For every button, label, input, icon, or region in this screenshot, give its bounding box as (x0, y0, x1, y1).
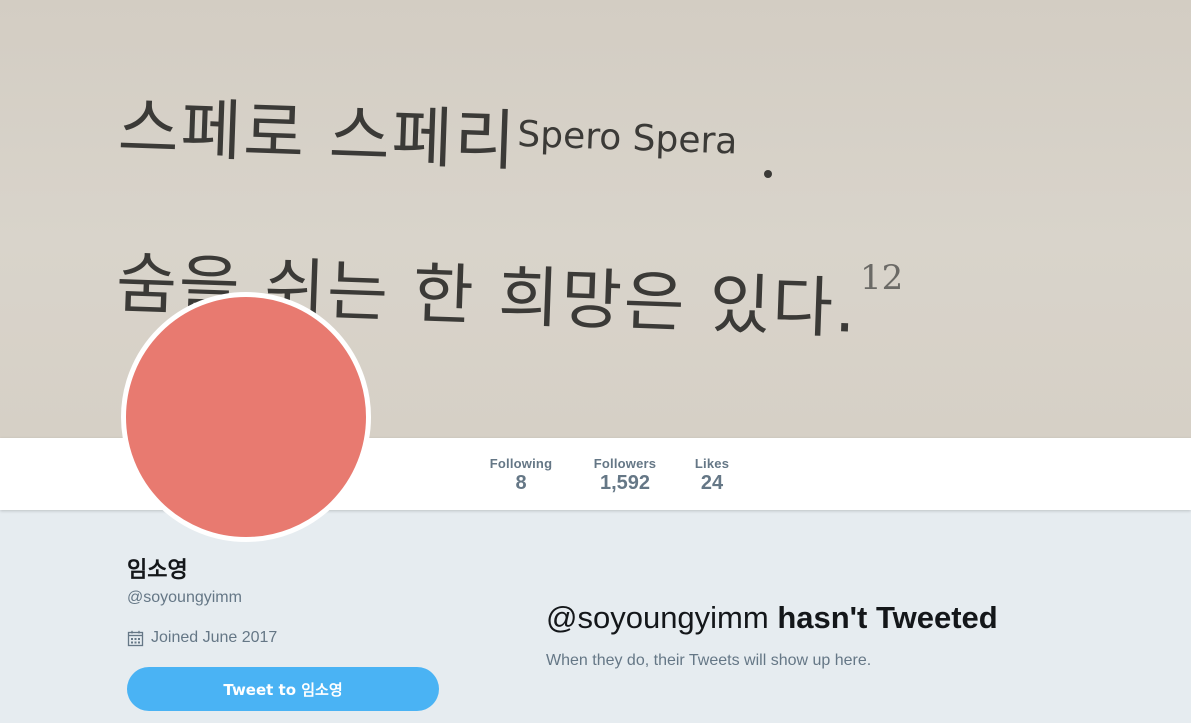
banner-footnote: 12 (860, 258, 904, 298)
joined-text: Joined June 2017 (151, 629, 278, 646)
join-date: Joined June 2017 (127, 629, 277, 647)
profile-name[interactable]: 임소영 (127, 552, 188, 584)
likes-count: 24 (700, 472, 724, 494)
empty-timeline-message: hasn't Tweeted (768, 600, 998, 635)
empty-timeline-title: @soyoungyimm hasn't Tweeted (546, 600, 998, 636)
avatar[interactable] (121, 292, 371, 542)
likes-label: Likes (694, 456, 730, 471)
followers-count: 1,592 (599, 472, 651, 494)
likes-stat[interactable]: Likes 24 (693, 456, 731, 495)
followers-label: Followers (593, 456, 657, 471)
tweet-to-button[interactable]: Tweet to 임소영 (127, 667, 439, 711)
empty-timeline-subtitle: When they do, their Tweets will show up … (546, 652, 872, 669)
following-label: Following (489, 456, 553, 471)
banner-text-line-1: 스페로 스페리Spero Spera (116, 88, 739, 180)
profile-handle[interactable]: @soyoungyimm (127, 589, 242, 607)
following-stat[interactable]: Following 8 (487, 456, 555, 495)
banner-dot (764, 170, 772, 178)
following-count: 8 (515, 472, 527, 494)
followers-stat[interactable]: Followers 1,592 (591, 456, 659, 495)
empty-timeline-handle: @soyoungyimm (546, 600, 769, 635)
calendar-icon (127, 630, 144, 646)
